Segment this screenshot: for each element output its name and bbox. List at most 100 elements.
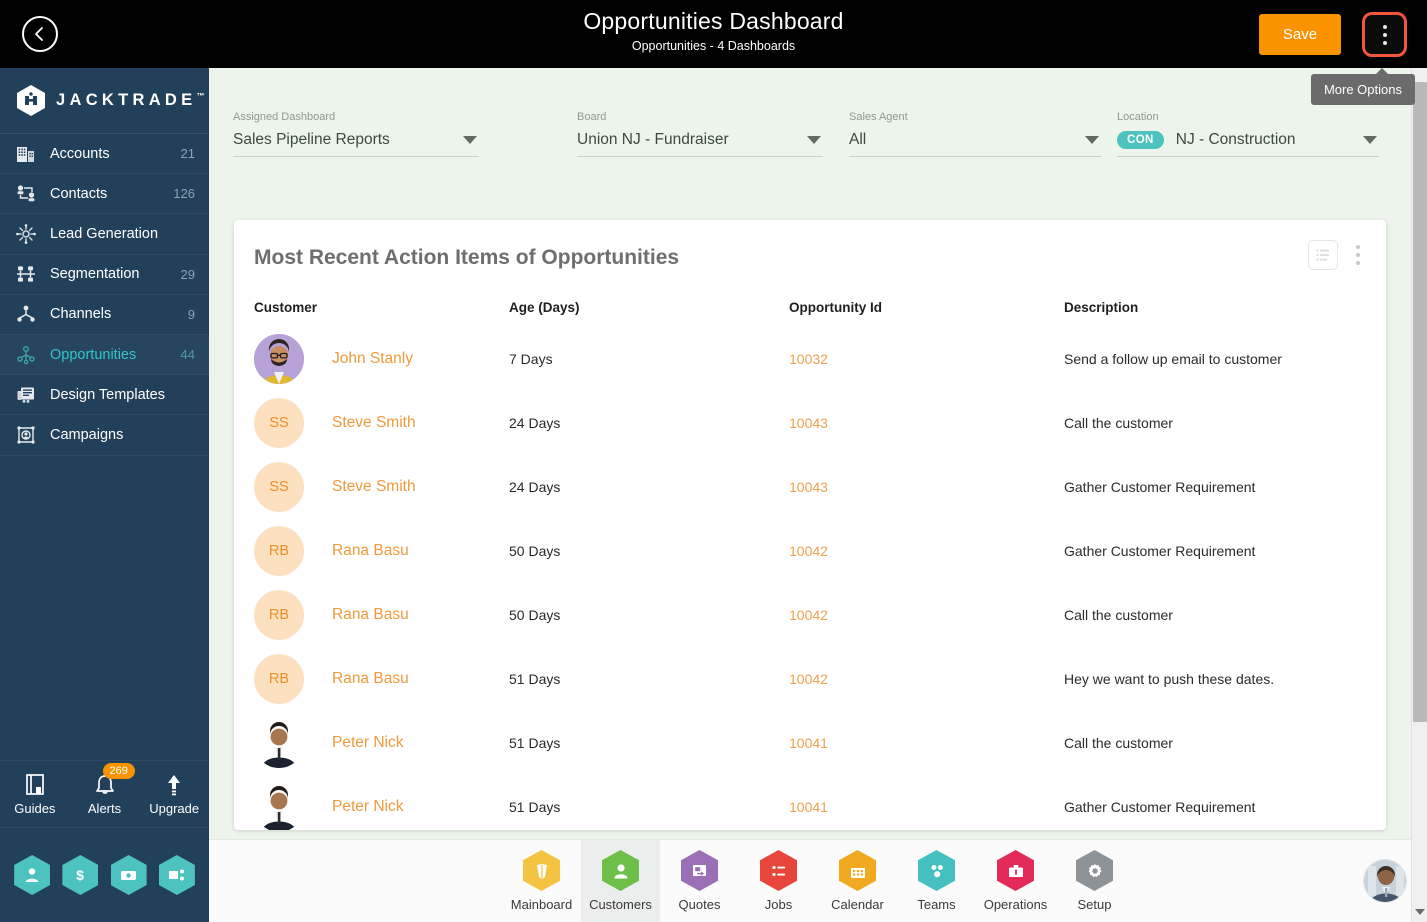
customer-name-link[interactable]: Rana Basu [332, 606, 409, 624]
contacts-network-icon [14, 183, 38, 205]
user-avatar[interactable] [1363, 859, 1407, 903]
opportunity-id-link[interactable]: 10032 [789, 351, 828, 367]
dollar-icon: $ [76, 867, 84, 883]
table-row[interactable]: SS Steve Smith 24 Days 10043 Call the custom… [234, 391, 1386, 455]
cell-age: 50 Days [509, 607, 561, 623]
quick-action-dollar[interactable]: $ [62, 855, 99, 895]
table-header-row: Customer Age (Days) Opportunity Id Descr… [234, 292, 1386, 327]
cell-age: 7 Days [509, 351, 553, 367]
customer-name-link[interactable]: John Stanly [332, 350, 413, 368]
sidebar-item-channels[interactable]: Channels 9 [0, 295, 209, 335]
sidebar-item-count: 21 [180, 146, 195, 162]
bottom-nav-calendar[interactable]: Calendar [818, 840, 897, 922]
sidebar-item-alerts[interactable]: 269 Alerts [70, 761, 140, 827]
customer-name-link[interactable]: Peter Nick [332, 798, 404, 816]
cell-customer: Peter Nick [234, 775, 509, 830]
sidebar-item-segmentation[interactable]: Segmentation 29 [0, 255, 209, 295]
save-button[interactable]: Save [1259, 14, 1341, 55]
opportunity-id-link[interactable]: 10042 [789, 543, 828, 559]
customer-name-link[interactable]: Rana Basu [332, 542, 409, 560]
avatar: SS [254, 398, 304, 448]
table-row[interactable]: RB Rana Basu 50 Days 10042 Call the customer [234, 583, 1386, 647]
column-header-age: Age (Days) [509, 300, 580, 315]
filter-location[interactable]: Location CON NJ - Construction [1117, 110, 1379, 168]
sidebar-item-campaigns[interactable]: Campaigns [0, 415, 209, 456]
location-chip: CON [1117, 131, 1164, 149]
opportunity-id-link[interactable]: 10042 [789, 607, 828, 623]
action-items-table: Customer Age (Days) Opportunity Id Descr… [234, 292, 1386, 830]
vertical-dots-icon-dot [1382, 24, 1387, 29]
brand-name: JACKTRADE™ [56, 91, 205, 109]
sidebar-item-design-templates[interactable]: Design Templates [0, 375, 209, 416]
sidebar-item-lead-generation[interactable]: Lead Generation [0, 214, 209, 255]
opportunity-id-link[interactable]: 10043 [789, 415, 828, 431]
more-options-button[interactable] [1362, 12, 1407, 57]
bottom-nav-label: Teams [917, 897, 956, 912]
filter-label: Location [1117, 111, 1159, 123]
sidebar-item-contacts[interactable]: Contacts 126 [0, 174, 209, 215]
list-view-icon [1316, 249, 1329, 261]
sidebar-item-count: 44 [180, 347, 195, 363]
bottom-nav-operations[interactable]: Operations [976, 840, 1055, 922]
bottom-nav-setup[interactable]: Setup [1055, 840, 1134, 922]
sidebar: JACKTRADE™ Accounts 21 Contacts 126 Lead Gen… [0, 68, 209, 922]
sidebar-item-count: 126 [173, 186, 195, 202]
bottom-nav-mainboard[interactable]: Mainboard [502, 840, 581, 922]
filter-value: Sales Pipeline Reports [233, 131, 390, 148]
column-header-customer: Customer [254, 300, 318, 315]
customer-name-link[interactable]: Peter Nick [332, 734, 404, 752]
bottom-navigation-bar: Mainboard Customers Quotes Jobs Calendar Team… [209, 839, 1427, 922]
sidebar-item-accounts[interactable]: Accounts 21 [0, 134, 209, 175]
avatar [254, 782, 304, 830]
filter-sales-agent[interactable]: Sales Agent All [849, 110, 1101, 168]
scrollbar-thumb[interactable] [1413, 82, 1427, 722]
sidebar-item-label: Design Templates [50, 386, 165, 403]
table-row[interactable]: RB Rana Basu 51 Days 10042 Hey we want to pu… [234, 647, 1386, 711]
list-view-button[interactable] [1308, 240, 1338, 270]
quick-action-person[interactable] [14, 855, 51, 895]
table-row[interactable]: John Stanly 7 Days 10032 Send a follow up e… [234, 327, 1386, 391]
table-row[interactable]: SS Steve Smith 24 Days 10043 Gather Customer… [234, 455, 1386, 519]
opportunity-id-link[interactable]: 10043 [789, 479, 828, 495]
top-header-bar: Opportunities Dashboard Opportunities - … [0, 0, 1427, 68]
calendar-icon [839, 850, 876, 891]
table-row[interactable]: Peter Nick 51 Days 10041 Gather Customer Re… [234, 775, 1386, 830]
bottom-nav-label: Customers [589, 897, 652, 912]
channels-tree-icon [14, 303, 38, 325]
opportunity-id-link[interactable]: 10041 [789, 799, 828, 815]
sidebar-item-upgrade[interactable]: Upgrade [139, 761, 209, 827]
table-row[interactable]: RB Rana Basu 50 Days 10042 Gather Customer R… [234, 519, 1386, 583]
opportunity-id-link[interactable]: 10041 [789, 735, 828, 751]
card-more-button[interactable] [1350, 241, 1366, 269]
cell-customer: RB Rana Basu [234, 519, 509, 583]
sidebar-item-guides[interactable]: Guides [0, 761, 70, 827]
vertical-scrollbar[interactable] [1411, 68, 1427, 922]
filter-board[interactable]: Board Union NJ - Fundraiser [577, 110, 823, 168]
bottom-nav-jobs[interactable]: Jobs [739, 840, 818, 922]
bottom-nav-customers[interactable]: Customers [581, 839, 660, 922]
scrollbar-down-arrow[interactable] [1412, 904, 1427, 920]
chevron-down-icon [1363, 136, 1377, 144]
brand-logo[interactable]: JACKTRADE™ [0, 68, 209, 134]
cell-customer: RB Rana Basu [234, 647, 509, 711]
sidebar-item-opportunities[interactable]: Opportunities 44 [0, 334, 209, 376]
cell-customer: Peter Nick [234, 711, 509, 775]
bottom-nav-teams[interactable]: Teams [897, 840, 976, 922]
customer-name-link[interactable]: Steve Smith [332, 478, 416, 496]
quick-action-payment[interactable] [110, 855, 147, 895]
sidebar-item-label: Campaigns [50, 426, 124, 443]
quick-action-workflow[interactable] [158, 855, 195, 895]
cell-opportunity-id: 10043 [789, 455, 1064, 519]
table-body: John Stanly 7 Days 10032 Send a follow up e… [234, 327, 1386, 830]
table-row[interactable]: Peter Nick 51 Days 10041 Call the customer [234, 711, 1386, 775]
cell-description: Call the customer [1064, 415, 1173, 431]
cell-opportunity-id: 10043 [789, 391, 1064, 455]
bottom-nav-quotes[interactable]: Quotes [660, 840, 739, 922]
filter-assigned-dashboard[interactable]: Assigned Dashboard Sales Pipeline Report… [233, 110, 479, 168]
customer-name-link[interactable]: Rana Basu [332, 670, 409, 688]
svg-text:$: $ [76, 867, 84, 883]
opportunity-id-link[interactable]: 10042 [789, 671, 828, 687]
building-icon [14, 143, 38, 165]
customer-name-link[interactable]: Steve Smith [332, 414, 416, 432]
setup-icon [1076, 850, 1113, 891]
